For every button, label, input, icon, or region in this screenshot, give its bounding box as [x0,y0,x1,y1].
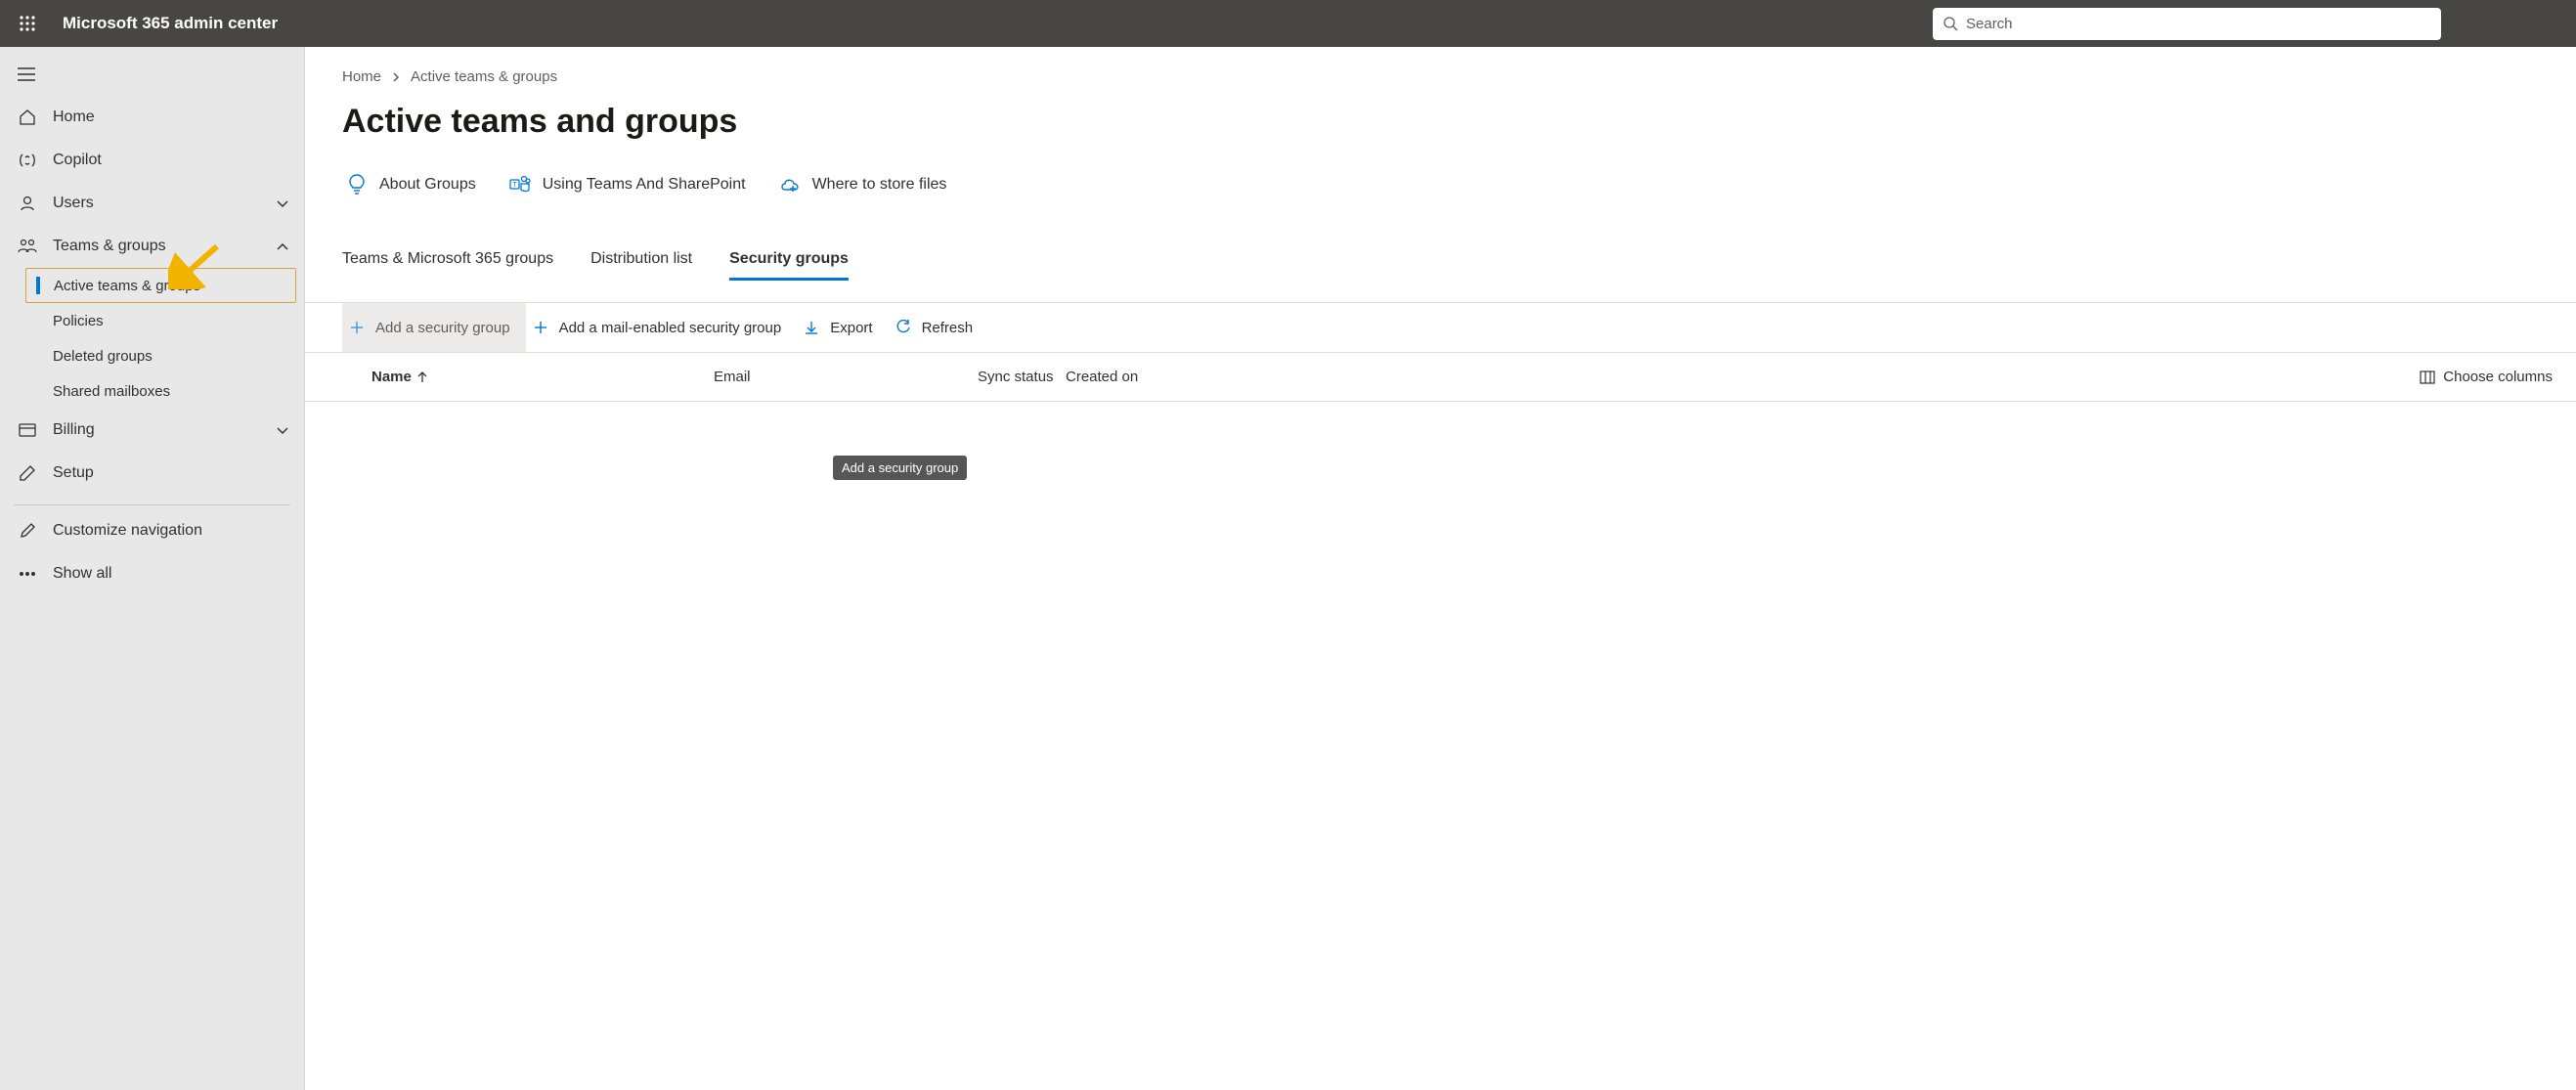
sidebar-item-users[interactable]: Users [0,182,304,225]
sidebar-subitem-label: Active teams & groups [54,278,200,294]
tab-label: Security groups [729,250,849,267]
info-link-about-groups[interactable]: About Groups [346,174,476,196]
chevron-up-icon [275,239,290,254]
info-link-label: Where to store files [812,176,947,194]
chevron-down-icon [275,196,290,211]
column-header-email[interactable]: Email [714,369,978,385]
tab-teams-m365[interactable]: Teams & Microsoft 365 groups [342,250,553,281]
export-button[interactable]: Export [797,303,888,352]
sidebar-subitem-deleted-groups[interactable]: Deleted groups [0,338,304,373]
setup-icon [18,463,37,483]
lightbulb-icon [346,174,368,196]
sidebar-item-label: Users [53,195,259,212]
svg-text:T: T [512,182,517,189]
choose-columns-button[interactable]: Choose columns [2420,369,2553,385]
top-header: Microsoft 365 admin center [0,0,2576,47]
cmd-label: Add a security group [375,320,510,336]
users-icon [18,194,37,213]
sidebar: Home Copilot Users Teams & groups Active… [0,47,305,1090]
info-link-teams-sharepoint[interactable]: T Using Teams And SharePoint [509,174,746,196]
sidebar-item-label: Home [53,109,290,126]
command-bar: Add a security group Add a mail-enabled … [305,302,2576,353]
plus-icon [532,319,549,336]
info-link-label: Using Teams And SharePoint [543,176,746,194]
sidebar-item-setup[interactable]: Setup [0,452,304,495]
waffle-icon [20,16,35,31]
cmd-label: Refresh [922,320,974,336]
sidebar-subitem-active-teams[interactable]: Active teams & groups [25,268,296,303]
sidebar-item-billing[interactable]: Billing [0,409,304,452]
plus-icon [348,319,366,336]
add-mail-security-group-button[interactable]: Add a mail-enabled security group [526,303,798,352]
sidebar-item-teams-groups[interactable]: Teams & groups [0,225,304,268]
info-link-label: About Groups [379,176,476,194]
hamburger-icon [18,67,35,81]
column-label: Name [371,369,412,385]
columns-icon [2420,371,2435,384]
download-icon [803,319,820,336]
sidebar-subitem-policies[interactable]: Policies [0,303,304,338]
breadcrumb: Home Active teams & groups [305,68,2576,85]
content-area: Home Active teams & groups Active teams … [305,47,2576,1090]
sidebar-subitem-label: Shared mailboxes [53,383,170,400]
search-input[interactable] [1966,16,2431,32]
sidebar-subitem-shared-mailboxes[interactable]: Shared mailboxes [0,373,304,409]
info-link-store-files[interactable]: Where to store files [779,174,947,196]
teams-icon: T [509,174,531,196]
sidebar-item-label: Billing [53,421,259,439]
sidebar-item-label: Customize navigation [53,522,290,540]
sidebar-item-label: Copilot [53,152,290,169]
sidebar-item-copilot[interactable]: Copilot [0,139,304,182]
refresh-icon [895,319,912,336]
sidebar-subitem-label: Deleted groups [53,348,153,365]
table-header-row: Name Email Sync status Created on Choose… [305,353,2576,402]
tab-security-groups[interactable]: Security groups [729,250,849,281]
groups-icon [18,237,37,256]
cmd-label: Export [830,320,872,336]
sort-asc-icon [417,371,427,383]
breadcrumb-root[interactable]: Home [342,68,381,85]
more-icon [18,564,37,584]
sidebar-item-home[interactable]: Home [0,96,304,139]
billing-icon [18,420,37,440]
app-launcher-button[interactable] [8,4,47,43]
column-label: Created on [1066,369,1138,385]
page-title: Active teams and groups [305,103,2576,141]
tab-distribution-list[interactable]: Distribution list [590,250,692,281]
home-icon [18,108,37,127]
tab-label: Distribution list [590,250,692,267]
app-title: Microsoft 365 admin center [63,14,278,33]
search-icon [1943,16,1958,31]
chevron-down-icon [275,422,290,438]
info-links-row: About Groups T Using Teams And SharePoin… [305,174,2576,196]
sidebar-item-show-all[interactable]: Show all [0,552,304,595]
sidebar-divider [14,504,290,505]
breadcrumb-current: Active teams & groups [411,68,557,85]
sidebar-subitem-label: Policies [53,313,104,329]
sidebar-item-label: Show all [53,565,290,583]
column-label: Sync status [978,369,1054,385]
copilot-icon [18,151,37,170]
sidebar-item-customize[interactable]: Customize navigation [0,509,304,552]
sidebar-item-label: Setup [53,464,290,482]
add-security-group-button[interactable]: Add a security group [342,303,526,352]
chevron-right-icon [391,72,401,82]
sidebar-item-label: Teams & groups [53,238,259,255]
nav-collapse-button[interactable] [0,53,304,96]
cloud-icon [779,174,801,196]
tabs-row: Teams & Microsoft 365 groups Distributio… [305,250,2576,281]
tooltip: Add a security group [833,456,967,480]
cmd-label: Add a mail-enabled security group [559,320,782,336]
column-label: Email [714,369,751,385]
column-header-sync[interactable]: Sync status [978,369,1066,385]
column-header-name[interactable]: Name [371,369,714,385]
column-header-created[interactable]: Created on [1066,369,1202,385]
refresh-button[interactable]: Refresh [889,303,989,352]
choose-columns-label: Choose columns [2443,369,2553,385]
tab-label: Teams & Microsoft 365 groups [342,250,553,267]
search-box[interactable] [1933,8,2441,40]
customize-icon [18,521,37,541]
